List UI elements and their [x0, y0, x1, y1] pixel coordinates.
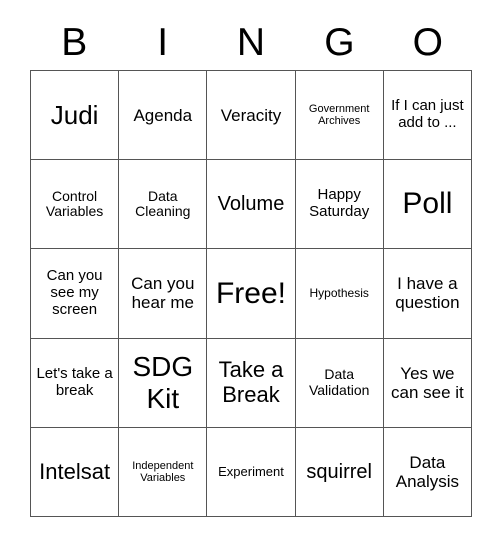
bingo-header-letter-o: O: [412, 20, 443, 64]
bingo-cell-r1-c2[interactable]: Agenda: [119, 71, 207, 160]
bingo-cell-label: Data Validation: [308, 366, 370, 398]
bingo-cell-label: Yes we can see it: [391, 363, 464, 402]
bingo-cell-label: Let's take a break: [36, 364, 113, 399]
bingo-cell-label: Intelsat: [39, 458, 111, 484]
bingo-cell-label: I have a question: [395, 274, 460, 313]
bingo-cell-r2-c5[interactable]: Poll: [383, 160, 471, 249]
bingo-header-row: B I N G O: [30, 14, 472, 70]
bingo-cell-label: Take a Break: [218, 357, 284, 407]
bingo-cell-r5-c1[interactable]: Intelsat: [31, 427, 119, 516]
bingo-cell-label: Judi: [50, 99, 99, 130]
bingo-cell-r3-c2[interactable]: Can you hear me: [119, 249, 207, 338]
bingo-cell-r2-c1[interactable]: Control Variables: [31, 160, 119, 249]
bingo-grid: Judi Agenda Veracity Government Archives If …: [30, 70, 472, 517]
bingo-cell-label: Free!: [215, 276, 286, 310]
bingo-cell-r4-c5[interactable]: Yes we can see it: [383, 338, 471, 427]
bingo-card: B I N G O Judi Agenda Veracity Government A…: [0, 0, 500, 544]
bingo-header-letter-g: G: [324, 20, 355, 64]
bingo-cell-label: Poll: [402, 187, 453, 221]
bingo-cell-label: SDG Kit: [132, 351, 194, 414]
bingo-cell-r4-c1[interactable]: Let's take a break: [31, 338, 119, 427]
bingo-cell-label: Can you see my screen: [46, 267, 103, 318]
bingo-cell-label: Data Analysis: [395, 452, 460, 491]
bingo-cell-r5-c5[interactable]: Data Analysis: [383, 427, 471, 516]
bingo-cell-label: Hypothesis: [309, 285, 369, 300]
bingo-header-letter-i: I: [157, 20, 169, 64]
bingo-cell-r2-c4[interactable]: Happy Saturday: [295, 160, 383, 249]
bingo-cell-r1-c5[interactable]: If I can just add to ...: [383, 71, 471, 160]
bingo-cell-label: Control Variables: [45, 187, 104, 220]
bingo-cell-label: Data Cleaning: [135, 187, 191, 220]
bingo-cell-r3-c5[interactable]: I have a question: [383, 249, 471, 338]
bingo-cell-r4-c2[interactable]: SDG Kit: [119, 338, 207, 427]
bingo-cell-r2-c3[interactable]: Volume: [207, 160, 295, 249]
bingo-cell-r2-c2[interactable]: Data Cleaning: [119, 160, 207, 249]
bingo-cell-label: Veracity: [220, 105, 282, 125]
bingo-cell-r3-c1[interactable]: Can you see my screen: [31, 249, 119, 338]
bingo-header-letter-n: N: [236, 20, 266, 64]
bingo-cell-r1-c3[interactable]: Veracity: [207, 71, 295, 160]
bingo-cell-label: Experiment: [218, 463, 284, 479]
bingo-cell-label: Happy Saturday: [309, 186, 370, 221]
bingo-cell-r1-c4[interactable]: Government Archives: [295, 71, 383, 160]
bingo-cell-label: Can you hear me: [131, 274, 195, 313]
bingo-cell-r3-c4[interactable]: Hypothesis: [295, 249, 383, 338]
bingo-cell-r4-c4[interactable]: Data Validation: [295, 338, 383, 427]
bingo-cell-label: Independent Variables: [132, 459, 194, 484]
bingo-cell-r5-c3[interactable]: Experiment: [207, 427, 295, 516]
bingo-cell-label: squirrel: [306, 460, 372, 483]
bingo-cell-r1-c1[interactable]: Judi: [31, 71, 119, 160]
bingo-header-letter-b: B: [61, 20, 88, 64]
bingo-cell-label: Volume: [217, 193, 285, 216]
bingo-cell-label: Agenda: [133, 105, 193, 125]
bingo-cell-r5-c2[interactable]: Independent Variables: [119, 427, 207, 516]
bingo-cell-label: Government Archives: [308, 102, 370, 128]
bingo-cell-label: If I can just add to ...: [391, 97, 464, 132]
bingo-cell-r3-c3[interactable]: Free!: [207, 249, 295, 338]
bingo-cell-r5-c4[interactable]: squirrel: [295, 427, 383, 516]
bingo-cell-r4-c3[interactable]: Take a Break: [207, 338, 295, 427]
